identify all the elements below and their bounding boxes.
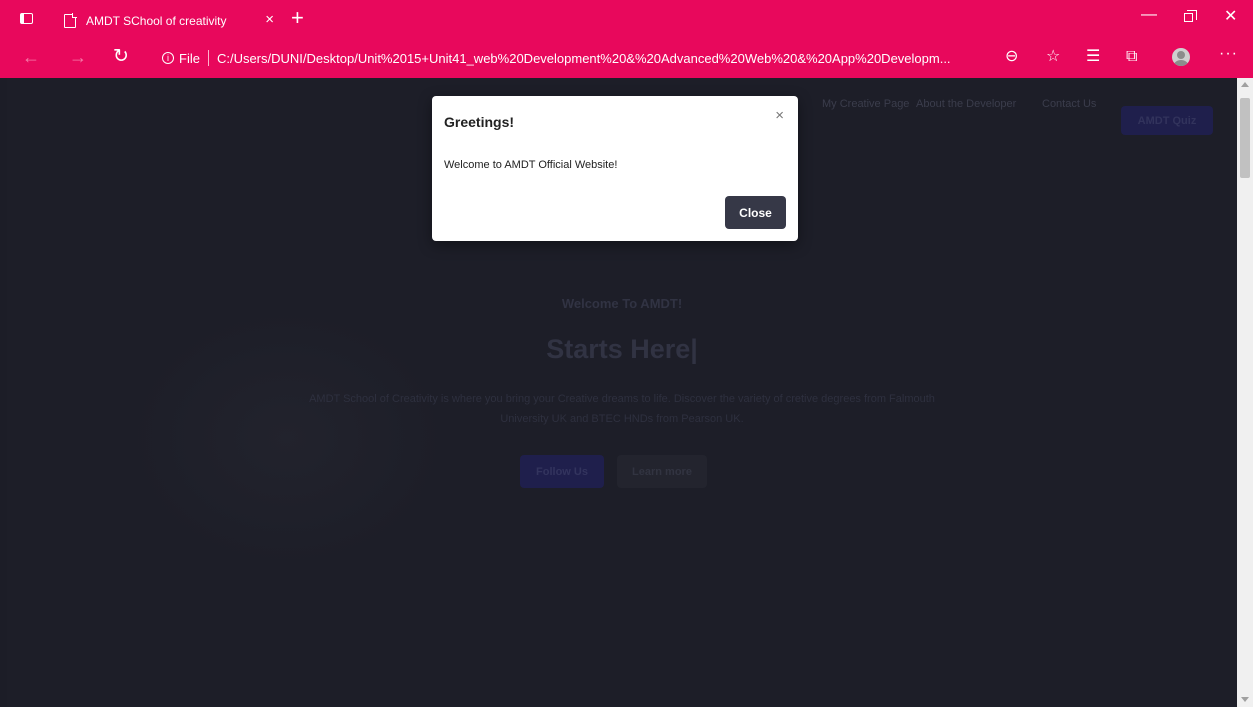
modal-message: Welcome to AMDT Official Website!	[444, 159, 618, 171]
url-text[interactable]: C:/Users/DUNI/Desktop/Unit%2015+Unit41_w…	[217, 51, 951, 66]
browser-window: AMDT SChool of creativity × + — ✕ ← → ↻ …	[0, 0, 1253, 707]
modal-header: Greetings! ×	[432, 96, 798, 146]
new-tab-icon[interactable]: +	[291, 6, 304, 30]
nav-link-about-developer[interactable]: About the Developer	[916, 98, 1016, 110]
modal-close-icon[interactable]: ×	[775, 108, 784, 124]
page-scrollbar[interactable]	[1237, 78, 1253, 707]
hero-subtitle: Welcome To AMDT!	[561, 296, 683, 311]
tab-actions-icon[interactable]	[18, 10, 36, 28]
favorites-icon[interactable]: ☰	[1086, 47, 1100, 67]
back-arrow-icon[interactable]: ←	[22, 46, 40, 68]
tab-close-icon[interactable]: ×	[265, 12, 274, 28]
browser-tab[interactable]: AMDT SChool of creativity ×	[52, 3, 288, 38]
forward-arrow-icon[interactable]: →	[69, 46, 87, 68]
modal-close-button[interactable]: Close	[725, 196, 786, 229]
address-separator	[207, 50, 209, 66]
profile-avatar-icon[interactable]	[1172, 48, 1190, 66]
greeting-modal: Greetings! × Welcome to AMDT Official We…	[432, 96, 798, 241]
hero-description: AMDT School of Creativity is where you b…	[309, 393, 935, 425]
title-bar: AMDT SChool of creativity × + — ✕	[0, 0, 1253, 38]
browser-toolbar: ← → ↻ i File C:/Users/DUNI/Desktop/Unit%…	[0, 38, 1253, 78]
info-icon[interactable]: i	[162, 52, 174, 64]
tab-title: AMDT SChool of creativity	[86, 13, 227, 28]
minimize-icon[interactable]: —	[1141, 6, 1157, 24]
page-icon	[64, 13, 77, 28]
quiz-button[interactable]: AMDT Quiz	[1121, 106, 1213, 135]
hero-title: Starts Here|	[546, 334, 698, 364]
modal-title: Greetings!	[444, 114, 515, 130]
more-icon[interactable]: ···	[1219, 44, 1238, 64]
scroll-thumb[interactable]	[1240, 98, 1250, 178]
follow-us-button[interactable]: Follow Us	[520, 455, 604, 488]
window-close-icon[interactable]: ✕	[1224, 6, 1237, 26]
restore-icon[interactable]	[1184, 8, 1197, 22]
add-favorite-icon[interactable]: ☆	[1046, 47, 1060, 67]
learn-more-button[interactable]: Learn more	[617, 455, 707, 488]
collections-icon[interactable]: ⧉	[1126, 47, 1137, 67]
zoom-out-icon[interactable]: ⊖	[1005, 47, 1018, 67]
nav-link-contact[interactable]: Contact Us	[1042, 98, 1096, 110]
nav-link-creative-page[interactable]: My Creative Page	[822, 98, 909, 110]
reload-icon[interactable]: ↻	[113, 46, 129, 68]
url-scheme: File	[179, 50, 200, 66]
scroll-up-icon[interactable]	[1241, 82, 1249, 87]
scroll-down-icon[interactable]	[1241, 697, 1249, 702]
address-bar[interactable]: i File C:/Users/DUNI/Desktop/Unit%2015+U…	[150, 44, 1033, 72]
